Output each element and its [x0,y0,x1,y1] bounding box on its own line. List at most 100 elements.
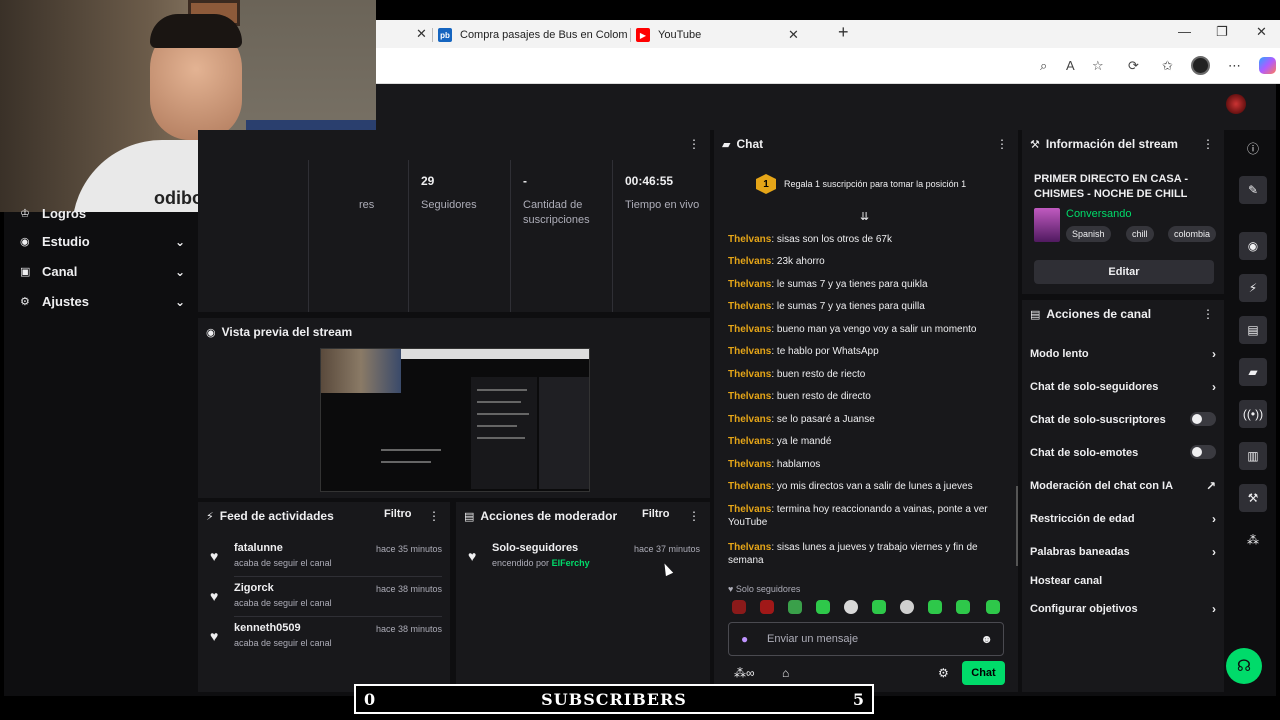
emote-icon[interactable] [732,600,746,614]
feed-username[interactable]: fatalunne [234,542,283,554]
nav-item-label: Estudio [42,234,90,249]
kebab-menu-icon[interactable]: ⋮ [1202,307,1214,321]
emote-icon[interactable] [760,600,774,614]
pencil-icon[interactable]: ✎ [1239,176,1267,204]
chat-username[interactable]: Thelvans [728,391,771,402]
emote-icon[interactable] [788,600,802,614]
chat-username[interactable]: Thelvans [728,436,771,447]
favorite-star-icon[interactable]: ☆ [1092,58,1104,74]
info-icon[interactable]: ⓘ [1239,134,1267,162]
copilot-icon[interactable] [1259,57,1276,74]
new-tab-icon[interactable]: + [838,22,849,43]
stream-category[interactable]: Conversando [1066,208,1131,220]
kebab-menu-icon[interactable]: ⋮ [1202,137,1214,151]
send-chat-button[interactable]: Chat [962,661,1005,685]
chat-username[interactable]: Thelvans [728,542,771,553]
chat-username[interactable]: Thelvans [728,369,771,380]
emote-icon[interactable] [956,600,970,614]
emote-icon[interactable] [872,600,886,614]
chat-username[interactable]: Thelvans [728,301,771,312]
zoom-icon[interactable]: ⌕ [1040,58,1047,74]
channel-action-item[interactable]: Chat de solo-emotes [1030,445,1216,459]
chat-username[interactable]: Thelvans [728,481,771,492]
chat-username[interactable]: Thelvans [728,234,771,245]
store-icon[interactable]: ⌂ [782,666,789,680]
nav-item-logros[interactable]: ♔ Logros [20,206,185,221]
feed-username[interactable]: Zigorck [234,582,274,594]
chat-username[interactable]: Thelvans [728,346,771,357]
chat-input[interactable]: ● Enviar un mensaje ☻ [728,622,1004,656]
nav-item-canal[interactable]: ▣ Canal ⌄ [20,264,185,279]
support-headset-icon[interactable]: ☊ [1226,648,1262,684]
chat-username[interactable]: Thelvans [728,324,771,335]
feed-username[interactable]: kenneth0509 [234,622,301,634]
filter-button[interactable]: Filtro [642,508,670,520]
moderation-icon[interactable]: ▥ [1239,442,1267,470]
panel-header: ⚒ Información del stream [1022,130,1224,158]
chat-username[interactable]: Thelvans [728,414,771,425]
scroll-down-icon[interactable]: ⇊ [860,210,869,223]
nav-item-ajustes[interactable]: ⚙ Ajustes ⌄ [20,294,185,309]
emote-icon[interactable] [986,600,1000,614]
close-window-icon[interactable]: ✕ [1256,24,1267,40]
chat-username[interactable]: Thelvans [728,504,771,515]
chat-username[interactable]: Thelvans [728,279,771,290]
chat-scrollbar[interactable] [1016,486,1018,566]
mod-action-user[interactable]: ElFerchy [552,558,590,568]
camera-icon[interactable]: ◉ [1239,232,1267,260]
stream-tag[interactable]: Spanish [1066,226,1111,242]
emote-icon[interactable] [844,600,858,614]
chat-message: Thelvans: le sumas 7 y ya tienes para qu… [728,278,1006,291]
kebab-menu-icon[interactable]: ⋮ [688,137,700,151]
add-widget-icon[interactable]: ⁂ [1239,526,1267,554]
document-icon[interactable]: ▤ [1239,316,1267,344]
close-tab-icon[interactable]: ✕ [788,27,799,43]
profile-avatar[interactable] [1191,56,1210,75]
channel-action-item[interactable]: Restricción de edad › [1030,512,1216,526]
read-aloud-icon[interactable]: A [1066,58,1075,73]
chat-username[interactable]: Thelvans [728,459,771,470]
nav-item-estudio[interactable]: ◉ Estudio ⌄ [20,234,185,249]
chat-username[interactable]: Thelvans [728,256,771,267]
kebab-menu-icon[interactable]: ⋮ [688,509,700,523]
user-avatar[interactable] [1226,94,1246,114]
gift-sub-banner[interactable]: 1 Regala 1 suscripción para tomar la pos… [756,174,966,194]
browser-tab-bus[interactable]: pb Compra pasajes de Bus en Colom ✕ [438,23,648,47]
wrench-icon[interactable]: ⚒ [1239,484,1267,512]
kebab-menu-icon[interactable]: ⋮ [996,137,1008,151]
maximize-icon[interactable]: ❐ [1216,24,1228,40]
favorites-icon[interactable]: ✩ [1162,58,1173,74]
more-icon[interactable]: ⋯ [1228,58,1241,74]
gear-icon[interactable]: ⚙ [938,666,949,680]
channel-action-item[interactable]: Moderación del chat con IA ↗ [1030,479,1216,493]
bolt-icon[interactable]: ⚡ [1239,274,1267,302]
filter-button[interactable]: Filtro [384,508,412,520]
emote-icon[interactable] [928,600,942,614]
loyalty-points-icon[interactable]: ⁂∞ [734,666,755,680]
microphone-icon[interactable]: ● [741,632,748,646]
minimize-icon[interactable]: — [1178,24,1191,39]
extensions-icon[interactable]: ⟳ [1128,58,1139,74]
browser-tab-youtube[interactable]: ▶ YouTube ✕ [636,23,799,47]
emote-icon[interactable] [900,600,914,614]
close-tab-icon[interactable]: ✕ [416,26,427,42]
channel-action-item[interactable]: Chat de solo-seguidores › [1030,380,1216,394]
emote-icon[interactable] [816,600,830,614]
broadcast-icon[interactable]: ((•)) [1239,400,1267,428]
stat-label: Cantidad de suscripciones [523,199,590,226]
address-bar[interactable]: ⌕ A ☆ ⟳ ✩ ⋯ [376,48,1280,84]
emoji-icon[interactable]: ☻ [980,632,993,646]
channel-action-item[interactable]: Chat de solo-suscriptores [1030,412,1216,426]
stream-preview-video[interactable] [320,348,590,492]
channel-action-item[interactable]: Configurar objetivos › [1030,602,1216,616]
toggle-switch[interactable] [1190,412,1216,426]
kebab-menu-icon[interactable]: ⋮ [428,509,440,523]
channel-action-item[interactable]: Modo lento › [1030,347,1216,361]
stream-tag[interactable]: chill [1126,226,1154,242]
channel-action-item[interactable]: Hostear canal [1030,575,1216,587]
edit-stream-button[interactable]: Editar [1034,260,1214,284]
stream-tag[interactable]: colombia [1168,226,1217,242]
chat-bubble-icon[interactable]: ▰ [1239,358,1267,386]
channel-action-item[interactable]: Palabras baneadas › [1030,545,1216,559]
toggle-switch[interactable] [1190,445,1216,459]
